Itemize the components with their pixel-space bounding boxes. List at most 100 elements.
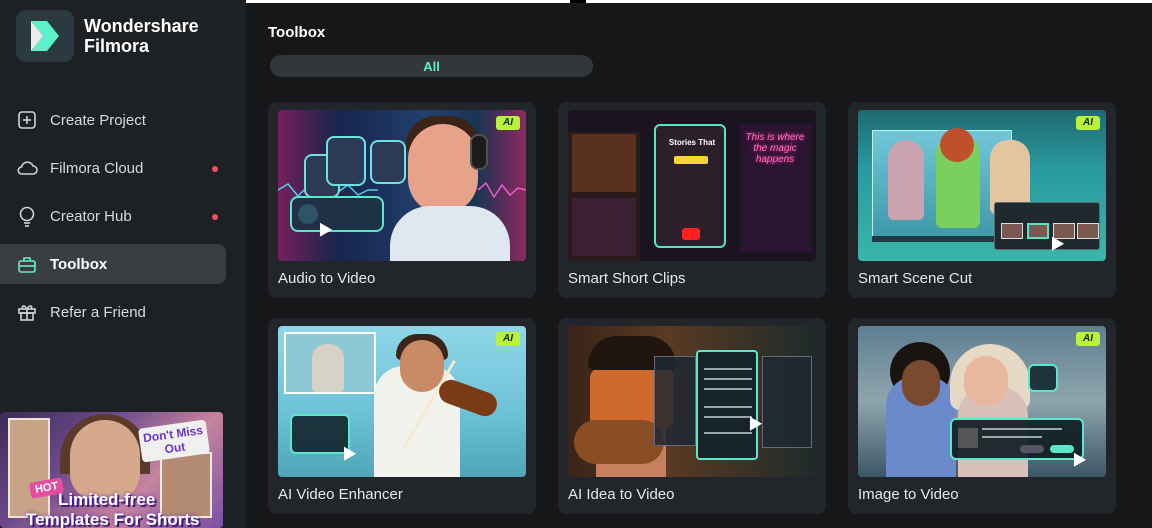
youtube-icon: [682, 228, 700, 240]
promo-photo-strip: [8, 418, 50, 518]
script-scene-1: [654, 356, 696, 446]
highlight-tag: [674, 156, 708, 164]
scene-clip-selected: [1027, 223, 1049, 239]
person-face: [408, 124, 478, 214]
woman-face: [902, 360, 940, 406]
tool-card-smart-short-clips[interactable]: Stories That This is where the magic hap…: [558, 102, 826, 298]
script-line: [704, 368, 752, 370]
music-panel: [290, 196, 384, 232]
brand-line1: Wondershare: [84, 16, 199, 36]
sidebar-item-label: Filmora Cloud: [50, 159, 144, 177]
clip-scene: [572, 134, 636, 192]
promo-title-line1: Limited-free: [58, 490, 156, 509]
sidebar: Wondershare Filmora Create Project Filmo…: [0, 0, 246, 528]
clip-panel: [568, 132, 640, 261]
scene-clip: [1001, 223, 1023, 239]
violinist-before: [312, 344, 344, 392]
card-label: AI Video Enhancer: [278, 486, 403, 503]
filmora-logo: [16, 10, 74, 62]
sidebar-item-create-project[interactable]: Create Project: [0, 100, 228, 140]
timeline-bar: [872, 236, 996, 242]
ai-badge: AI: [496, 332, 520, 346]
notification-dot: [212, 166, 218, 172]
camera-icon: [1028, 364, 1058, 392]
script-line: [704, 378, 752, 380]
short-clip-phone: Stories That: [654, 124, 726, 248]
cloud-icon: [16, 157, 38, 179]
sidebar-item-refer-a-friend[interactable]: Refer a Friend: [0, 292, 228, 332]
page-title: Toolbox: [268, 24, 326, 41]
plus-square-icon: [16, 109, 38, 131]
smart-scene-cut-thumbnail: AI: [858, 110, 1106, 261]
dancer: [888, 140, 924, 220]
notification-dot: [212, 214, 218, 220]
card-label: Audio to Video: [278, 270, 376, 287]
promo-title-line2: Templates For Shorts: [26, 510, 200, 528]
card-label: Smart Short Clips: [568, 270, 686, 287]
gift-icon: [16, 301, 38, 323]
prompt-line: [982, 428, 1062, 430]
neon-sign-text: This is where the magic happens: [745, 132, 805, 165]
sidebar-item-label: Refer a Friend: [50, 303, 146, 321]
tool-card-ai-video-enhancer[interactable]: AI AI Video Enhancer: [268, 318, 536, 514]
filmora-logo-icon: [31, 21, 59, 51]
brand[interactable]: Wondershare Filmora: [16, 10, 199, 62]
promo-model: [70, 420, 140, 500]
sidebar-nav: Create Project Filmora Cloud Creator Hub…: [0, 100, 246, 340]
guitar: [574, 420, 664, 464]
top-strip: [246, 0, 1152, 3]
card-label: Image to Video: [858, 486, 959, 503]
person-body: [390, 206, 510, 261]
brand-line2: Filmora: [84, 36, 150, 56]
dancer-hair: [940, 128, 974, 162]
main-content: Toolbox All AI Audio to Video Stories Th…: [246, 0, 1152, 528]
lightbulb-icon: [16, 205, 38, 227]
smart-short-clips-thumbnail: Stories That This is where the magic hap…: [568, 110, 816, 261]
script-line: [704, 432, 752, 434]
script-line: [704, 416, 752, 418]
script-line: [704, 388, 752, 390]
phone-frame: [370, 140, 406, 184]
image-preview: [958, 428, 978, 448]
prompt-generate-button: [1050, 445, 1074, 453]
ai-badge: AI: [496, 116, 520, 130]
promo-photo: [160, 452, 212, 518]
prompt-panel: [950, 418, 1084, 460]
sidebar-item-toolbox[interactable]: Toolbox: [0, 244, 226, 284]
sidebar-item-label: Creator Hub: [50, 207, 132, 225]
phone-frame: [326, 136, 366, 186]
image-to-video-thumbnail: AI: [858, 326, 1106, 477]
tool-card-audio-to-video[interactable]: AI Audio to Video: [268, 102, 536, 298]
stories-text: Stories That: [668, 138, 716, 147]
tool-card-smart-scene-cut[interactable]: AI Smart Scene Cut: [848, 102, 1116, 298]
filter-label: All: [423, 58, 440, 74]
violinist-head: [400, 340, 444, 392]
woman-face: [964, 356, 1008, 406]
brand-name: Wondershare Filmora: [84, 16, 199, 56]
scene-clip: [1077, 223, 1099, 239]
toolbox-icon: [16, 253, 38, 275]
script-line: [704, 406, 752, 408]
clip-scene: [572, 198, 636, 256]
script-scene-3: [762, 356, 812, 448]
sidebar-item-creator-hub[interactable]: Creator Hub: [0, 196, 228, 236]
headphones-icon: [470, 134, 488, 170]
sidebar-item-label: Toolbox: [50, 255, 108, 273]
ai-idea-to-video-thumbnail: [568, 326, 816, 477]
tool-card-ai-idea-to-video[interactable]: AI Idea to Video: [558, 318, 826, 514]
prompt-line: [982, 436, 1042, 438]
top-notch: [570, 0, 586, 3]
ai-badge: AI: [1076, 116, 1100, 130]
audio-to-video-thumbnail: AI: [278, 110, 526, 261]
filter-all-tab[interactable]: All: [270, 55, 593, 77]
prompt-secondary-button: [1020, 445, 1044, 453]
ai-video-enhancer-thumbnail: AI: [278, 326, 526, 477]
before-frame: [284, 332, 376, 394]
music-note-icon: [298, 204, 318, 224]
promo-banner[interactable]: Don't Miss Out HOT Limited-free Template…: [0, 412, 223, 528]
tool-card-image-to-video[interactable]: AI Image to Video: [848, 318, 1116, 514]
card-label: AI Idea to Video: [568, 486, 675, 503]
ai-badge: AI: [1076, 332, 1100, 346]
sidebar-item-filmora-cloud[interactable]: Filmora Cloud: [0, 148, 228, 188]
script-scene-2: [696, 350, 758, 460]
